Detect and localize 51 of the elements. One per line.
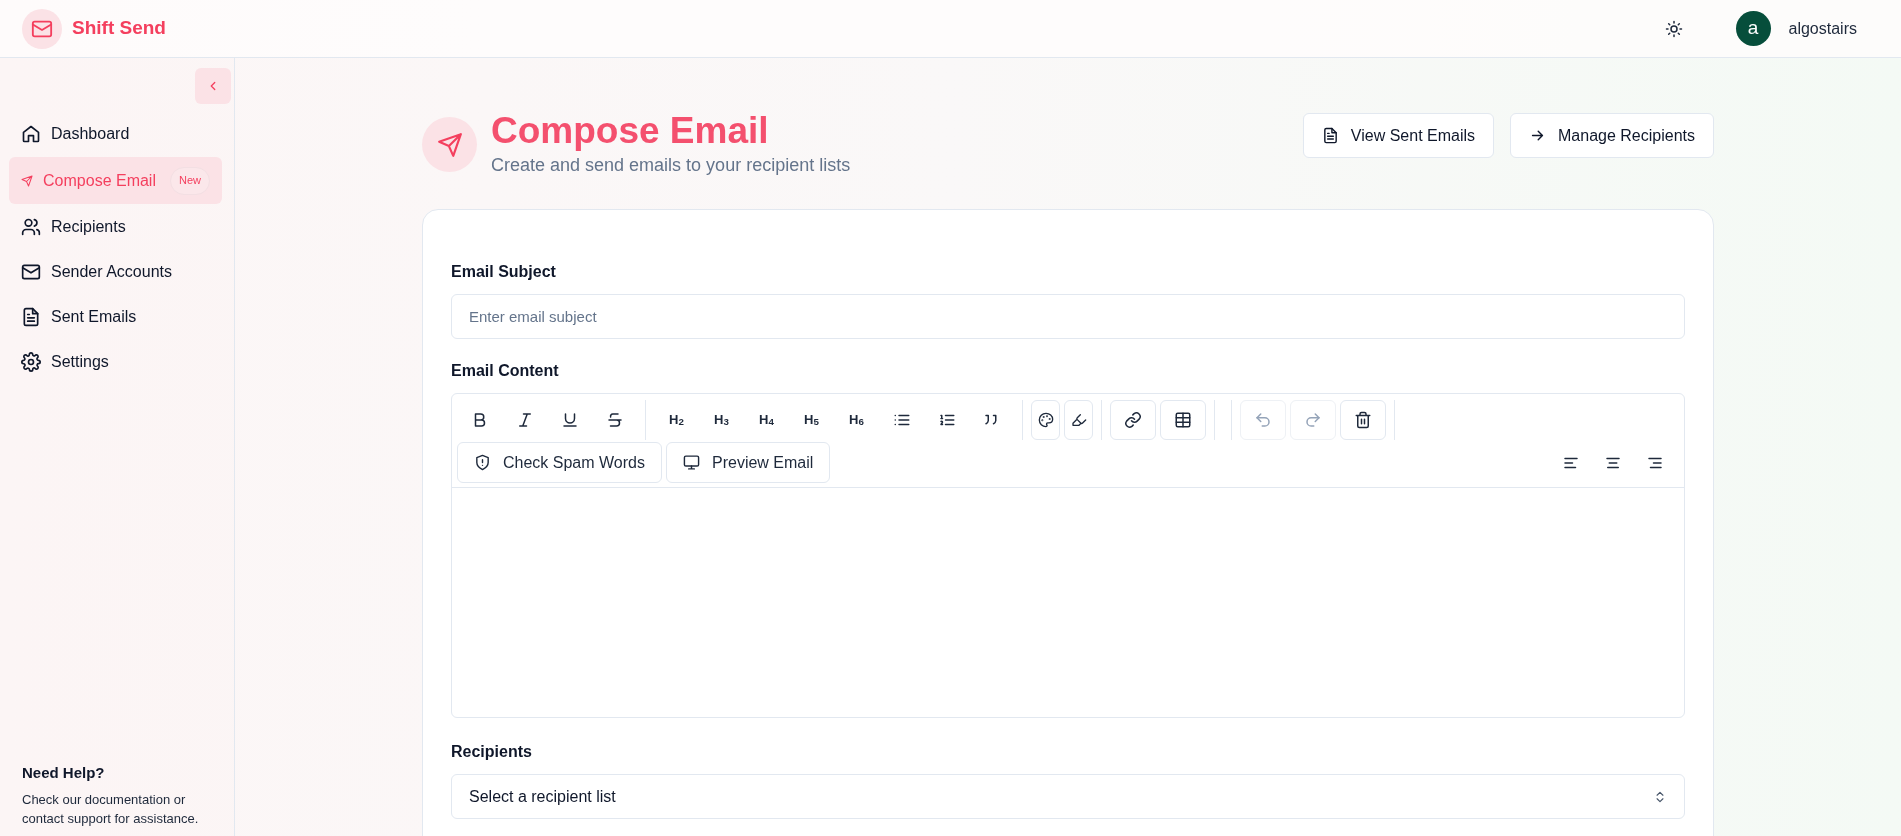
mail-icon <box>21 262 41 282</box>
heading-button[interactable]: H$_{4}$ <box>744 399 789 440</box>
page-action-button[interactable]: View Sent Emails <box>1302 113 1495 158</box>
nav-item[interactable]: Sender Accounts <box>9 250 222 294</box>
undo-icon <box>1254 410 1272 429</box>
monitor-icon <box>683 454 700 471</box>
field-label: Email Subject <box>451 262 557 282</box>
nav-item[interactable]: Recipients <box>9 205 222 249</box>
shield-alert-icon <box>474 454 491 471</box>
page-action-button[interactable]: Manage Recipients <box>1510 113 1714 158</box>
heading-button[interactable]: H$_{3}$ <box>699 399 744 440</box>
logo-icon <box>22 8 62 49</box>
recipient-list-select[interactable]: Select a recipient list <box>451 774 1685 819</box>
underline-icon <box>560 410 579 429</box>
link-button[interactable] <box>1110 399 1156 440</box>
nav-item[interactable]: Settings <box>9 340 222 384</box>
trash-button[interactable] <box>1340 399 1386 440</box>
field-label: Email Content <box>451 361 560 381</box>
page-subtitle: Create and send emails to your recipient lists <box>491 154 851 177</box>
heading-button[interactable]: H$_{2}$ <box>654 399 699 440</box>
editor-action-button[interactable]: Check Spam Words <box>457 442 662 483</box>
user-name[interactable]: algostairs <box>1788 16 1857 41</box>
help-text: Check our documentation or contact support for assistance. <box>22 791 200 828</box>
settings-icon <box>21 352 41 372</box>
trash-icon <box>1354 410 1372 429</box>
heading-button[interactable]: H$_{6}$ <box>834 399 879 440</box>
users-icon <box>21 217 41 237</box>
subject-input[interactable]: Enter email subject <box>451 294 1685 339</box>
user-avatar[interactable]: a <box>1735 11 1771 46</box>
highlighter-button[interactable] <box>1064 399 1093 440</box>
nav-item[interactable]: Dashboard <box>9 112 222 156</box>
nav-item[interactable]: Sent Emails <box>9 295 222 339</box>
document-icon <box>1321 127 1339 144</box>
table-icon <box>1174 410 1192 429</box>
highlighter-icon <box>1070 411 1087 428</box>
link-icon <box>1124 410 1142 429</box>
editor-action-button[interactable]: Preview Email <box>666 442 831 483</box>
document-icon <box>21 307 41 327</box>
page-title: Compose Email <box>491 110 770 152</box>
app-name: Shift Send <box>72 16 166 41</box>
redo-icon <box>1304 410 1322 429</box>
strikethrough-icon <box>605 410 624 429</box>
heading-button[interactable]: H$_{5}$ <box>789 399 834 440</box>
help-title: Need Help? <box>22 762 106 783</box>
palette-button[interactable] <box>1031 399 1060 440</box>
editor[interactable]: H$_{2}$ H$_{3}$ H$_{4}$ H$_{5}$ H$_{6}$ Check Spam Words Preview Email <box>451 393 1685 718</box>
palette-icon <box>1037 411 1054 428</box>
home-icon <box>21 124 41 144</box>
table-button[interactable] <box>1160 399 1206 440</box>
field-label: Recipients <box>451 742 533 762</box>
new-badge: New <box>170 166 210 195</box>
